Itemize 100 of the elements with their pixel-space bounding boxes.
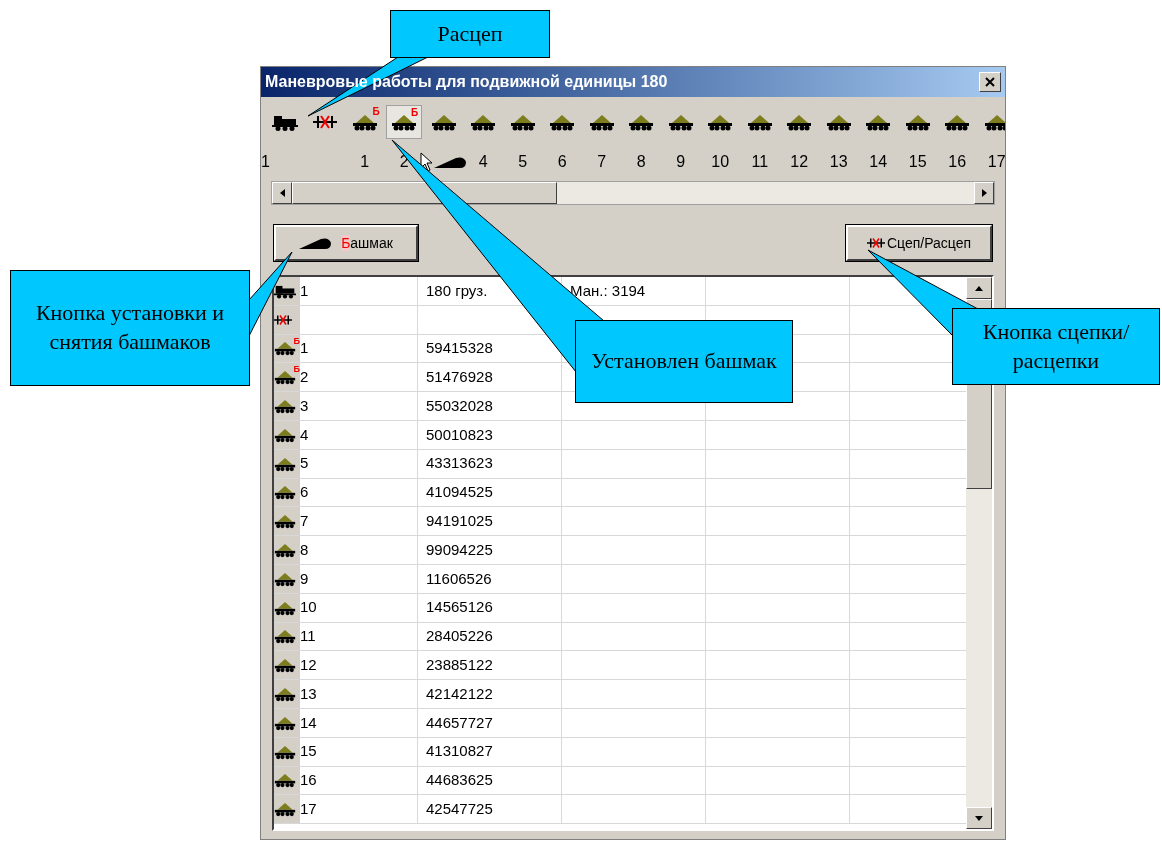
table-cell-text: 50010823 [426, 424, 493, 445]
table-cell-text: 41310827 [426, 741, 493, 762]
scroll-thumb[interactable] [292, 182, 557, 204]
unit-number: 9 [300, 568, 309, 589]
wagon-icon [274, 772, 296, 789]
coupler-icon [274, 312, 292, 327]
unit-number: 17 [300, 799, 317, 819]
unit-number: 1 [261, 152, 270, 172]
pointer-cursor-icon [419, 152, 434, 172]
wagon-icon [274, 484, 296, 501]
horizontal-scrollbar[interactable] [271, 181, 995, 205]
unit-number: 9 [676, 152, 686, 172]
coupler-icon [866, 236, 885, 250]
scroll-down-button[interactable] [966, 807, 992, 829]
wagon-icon [274, 542, 296, 559]
down-arrow-icon [975, 815, 983, 821]
wagon-icon [825, 113, 852, 131]
shoe-button[interactable]: Башмак [274, 225, 418, 261]
table-cell-text: 180 груз. [426, 280, 488, 301]
wagon-icon [274, 340, 296, 357]
brake-shoe-icon [299, 237, 334, 249]
wagon-icon [549, 113, 576, 131]
wagon-icon [470, 113, 497, 131]
wagon-icon [667, 113, 694, 131]
unit-number: 8 [300, 539, 309, 560]
wagon-icon [865, 113, 892, 131]
shoe-mark-label: Б [293, 365, 300, 375]
callout-label: Кнопка сцепки/расцепки [952, 308, 1160, 385]
table-cell-text: 44657727 [426, 712, 493, 733]
table-cell-text: 11606526 [426, 568, 492, 589]
unit-number: 4 [478, 152, 488, 172]
callout-label: Расцеп [390, 10, 550, 58]
unit-number: 7 [597, 152, 607, 172]
table-cell-text: 41094525 [426, 482, 493, 503]
wagon-icon [944, 113, 971, 131]
table-cell-text: Ман.: 3194 [570, 280, 646, 301]
close-icon [985, 77, 995, 87]
table-cell-text: 42547725 [426, 799, 493, 819]
unit-number: 14 [300, 712, 317, 733]
wagon-icon [274, 369, 296, 386]
unit-number: 17 [987, 152, 1005, 172]
brake-shoe-icon [433, 156, 468, 168]
table-cell-text: 28405226 [426, 626, 493, 647]
table-cell-text: 14565126 [426, 597, 493, 618]
shoe-mark-label: Б [411, 108, 419, 118]
wagon-icon [351, 113, 378, 131]
scroll-right-button[interactable] [974, 182, 994, 204]
table-cell-text: 59415328 [426, 338, 493, 359]
wagon-icon [786, 113, 813, 131]
table-cell-text: 55032028 [426, 395, 493, 416]
right-arrow-icon [981, 189, 987, 197]
unit-number: 7 [300, 511, 309, 531]
couple-uncouple-button[interactable]: Сцеп/Расцеп [846, 225, 992, 261]
wagon-icon [274, 657, 296, 674]
wagon-icon [904, 113, 931, 131]
unit-number: 14 [869, 152, 888, 172]
unit-number: 13 [300, 683, 317, 704]
left-arrow-icon [279, 189, 285, 197]
unit-tile[interactable]: Б [386, 105, 423, 139]
scroll-up-button[interactable] [966, 277, 992, 299]
up-arrow-icon [975, 285, 983, 291]
wagon-icon [430, 113, 457, 131]
unit-number: 11 [300, 626, 316, 647]
table-cell-text: 42142122 [426, 683, 493, 704]
unit-number: 5 [518, 152, 528, 172]
wagon-icon [983, 113, 1005, 131]
unit-number: 2 [300, 368, 309, 388]
unit-number: 1 [360, 152, 370, 172]
unit-number: 4 [300, 424, 309, 445]
unit-number: 16 [300, 770, 317, 791]
coupler-icon [313, 113, 337, 131]
unit-number: 12 [300, 655, 317, 675]
unit-number: 10 [711, 152, 730, 172]
wagon-icon [274, 398, 296, 415]
unit-number: 12 [790, 152, 809, 172]
unit-number: 1 [300, 280, 309, 301]
table-cell-text: 51476928 [426, 367, 493, 388]
table-cell-text: 23885122 [426, 655, 493, 675]
unit-number: 15 [300, 741, 317, 762]
unit-number: 16 [948, 152, 967, 172]
unit-number: 11 [751, 152, 769, 172]
unit-number: 15 [908, 152, 927, 172]
unit-number: 13 [829, 152, 848, 172]
wagon-icon [509, 113, 536, 131]
wagon-icon [274, 628, 296, 645]
close-button[interactable] [979, 72, 1001, 92]
callout-label: Установлен башмак [575, 320, 793, 403]
unit-number: 6 [557, 152, 567, 172]
wagon-icon [274, 513, 296, 530]
wagon-icon [588, 113, 615, 131]
scroll-left-button[interactable] [272, 182, 292, 204]
unit-number: 1 [300, 339, 309, 359]
table-cell-text: 44683625 [426, 770, 493, 791]
wagon-icon [746, 113, 773, 131]
wagon-icon [628, 113, 655, 131]
shoe-mark-label: Б [372, 107, 380, 117]
wagon-icon [707, 113, 734, 131]
unit-number: 5 [300, 453, 309, 474]
wagon-icon [274, 801, 296, 818]
table-cell-text: 99094225 [426, 539, 493, 560]
